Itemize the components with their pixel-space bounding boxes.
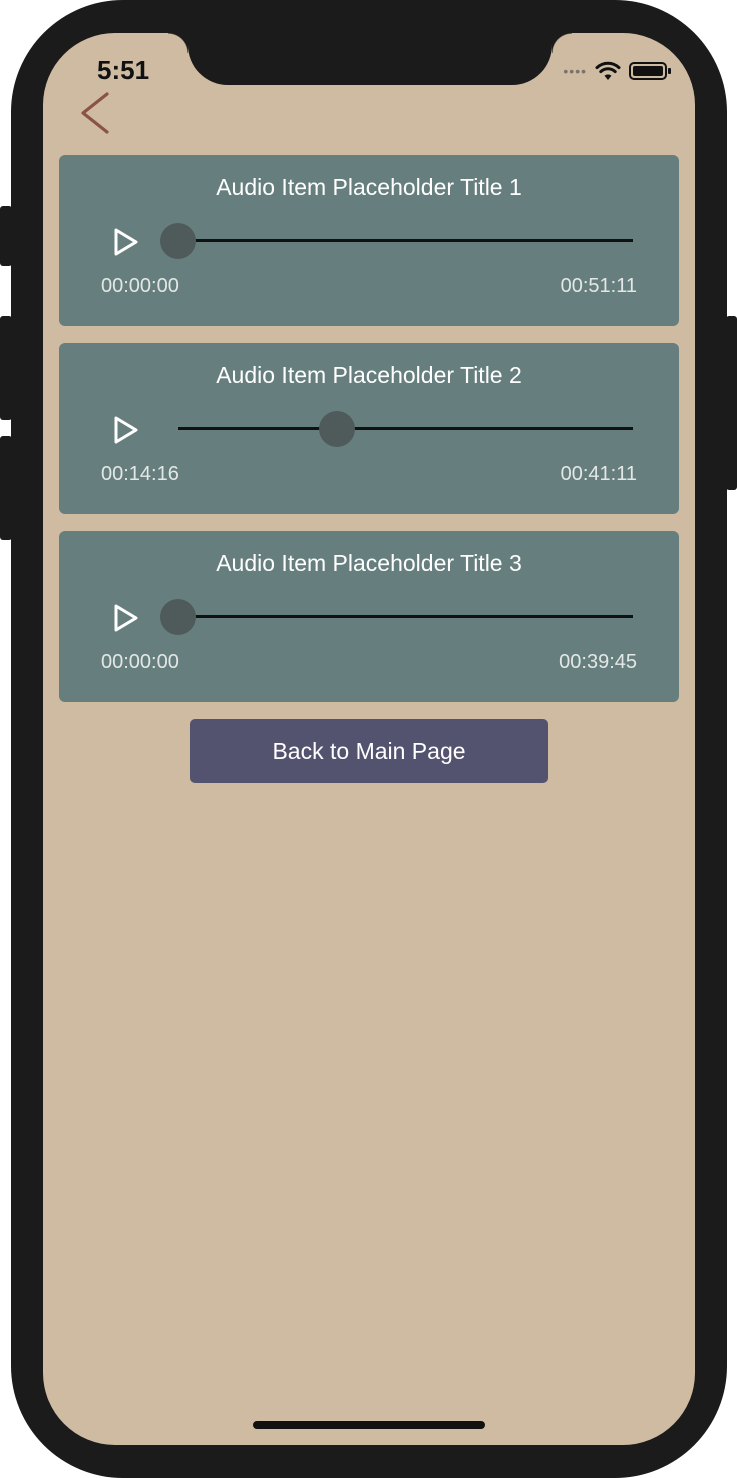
play-icon[interactable] [111, 226, 141, 258]
home-indicator [253, 1421, 485, 1429]
play-icon[interactable] [111, 602, 141, 634]
play-icon[interactable] [111, 414, 141, 446]
total-time: 00:41:11 [560, 463, 637, 485]
progress-slider-thumb[interactable] [319, 411, 356, 447]
audio-item-card: Audio Item Placeholder Title 1 00:00:00 … [59, 155, 679, 326]
status-time: 5:51 [97, 55, 150, 85]
current-time: 00:00:00 [101, 651, 179, 673]
total-time: 00:51:11 [560, 275, 637, 297]
mute-switch [0, 206, 12, 266]
volume-up-button [0, 316, 12, 420]
cellular-dots-icon: •••• [563, 63, 587, 79]
power-button [726, 316, 737, 490]
progress-slider-track[interactable] [178, 615, 633, 618]
audio-item-title: Audio Item Placeholder Title 2 [216, 362, 522, 388]
progress-slider-track[interactable] [178, 427, 633, 430]
progress-slider-thumb[interactable] [160, 223, 196, 259]
battery-icon [629, 62, 671, 80]
wifi-icon [595, 61, 621, 80]
app-screen: 5:51 •••• Audio Item Placeholder Title 1… [43, 33, 695, 1445]
total-time: 00:39:45 [559, 651, 637, 673]
current-time: 00:14:16 [101, 463, 179, 485]
back-to-main-button[interactable]: Back to Main Page [190, 719, 548, 783]
audio-item-card: Audio Item Placeholder Title 2 00:14:16 … [59, 343, 679, 514]
audio-item-title: Audio Item Placeholder Title 3 [216, 550, 522, 576]
volume-down-button [0, 436, 12, 540]
notch [168, 33, 572, 85]
current-time: 00:00:00 [101, 275, 179, 297]
audio-item-card: Audio Item Placeholder Title 3 00:00:00 … [59, 531, 679, 702]
chevron-left-icon[interactable] [77, 91, 117, 135]
status-icons: •••• [563, 61, 673, 81]
progress-slider-track[interactable] [178, 239, 633, 242]
progress-slider-thumb[interactable] [160, 599, 196, 635]
audio-item-title: Audio Item Placeholder Title 1 [216, 174, 522, 200]
